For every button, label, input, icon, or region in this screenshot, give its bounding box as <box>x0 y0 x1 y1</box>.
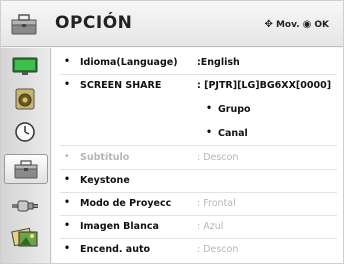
menu-item-label: Imagen Blanca <box>80 221 159 232</box>
menu-item-label: SCREEN SHARE <box>80 80 162 91</box>
sidebar-item-picture[interactable] <box>8 56 42 78</box>
menu-item-value: : [PJTR][LG]BG6XX[0000] <box>197 80 332 91</box>
bullet: • <box>64 174 71 185</box>
time-icon <box>15 122 35 142</box>
ok-button-icon: ◉ <box>302 19 312 30</box>
nav-hint: ✥ Mov. ◉ OK <box>265 19 329 30</box>
sidebar-item-time[interactable] <box>8 121 42 143</box>
sidebar-item-input[interactable] <box>8 195 42 217</box>
menu-item-label: Keystone <box>80 175 130 186</box>
toolbox-icon <box>11 14 37 35</box>
bullet: • <box>64 197 71 208</box>
menu-item-keystone[interactable]: • Keystone <box>52 170 343 192</box>
picture-icon <box>12 57 38 75</box>
category-sidebar <box>1 48 51 263</box>
menu-item-blank-image[interactable]: • Imagen Blanca : Azul <box>52 216 343 238</box>
audio-icon <box>15 88 35 110</box>
bullet: • <box>206 103 213 114</box>
menu-item-label: Modo de Proyecc <box>80 198 172 209</box>
move-hint-label: Mov. <box>275 19 300 30</box>
sidebar-item-media[interactable] <box>8 226 42 248</box>
divider <box>60 145 337 146</box>
bullet: • <box>206 127 213 138</box>
menu-item-value: : Descon <box>197 244 239 255</box>
sidebar-item-audio[interactable] <box>8 88 42 110</box>
option-icon <box>14 160 38 179</box>
menu-item-label: Canal <box>218 128 248 139</box>
sidebar-item-option[interactable] <box>4 154 48 184</box>
bullet: • <box>64 151 70 162</box>
menu-item-value: : Frontal <box>197 198 236 209</box>
menu-item-label: Idioma(Language) <box>80 57 178 68</box>
submenu-item-grupo[interactable]: • Grupo <box>52 99 343 121</box>
menu-item-projection-mode[interactable]: • Modo de Proyecc : Frontal <box>52 193 343 215</box>
page-title: OPCIÓN <box>55 13 133 33</box>
bullet: • <box>64 56 71 67</box>
bullet: • <box>64 220 71 231</box>
ok-hint-label: OK <box>314 19 329 30</box>
menu-header: OPCIÓN ✥ Mov. ◉ OK <box>1 1 343 47</box>
menu-item-screen-share[interactable]: • SCREEN SHARE : [PJTR][LG]BG6XX[0000] <box>52 75 343 97</box>
submenu-item-canal[interactable]: • Canal <box>52 123 343 145</box>
bullet: • <box>64 79 71 90</box>
menu-item-label: Grupo <box>218 104 251 115</box>
menu-item-label: Subtítulo <box>80 152 130 163</box>
menu-item-auto-power[interactable]: • Encend. auto : Descon <box>52 239 343 261</box>
menu-item-subtitle: • Subtítulo : Descon <box>52 147 343 169</box>
input-icon <box>12 200 38 212</box>
menu-item-value: : Azul <box>197 221 224 232</box>
menu-item-value: :English <box>197 57 240 68</box>
menu-item-language[interactable]: • Idioma(Language) :English <box>52 52 343 74</box>
media-icon <box>11 227 38 247</box>
move-arrows-icon: ✥ <box>264 19 273 30</box>
bullet: • <box>64 243 71 254</box>
menu-item-label: Encend. auto <box>80 244 151 255</box>
menu-item-value: : Descon <box>197 152 239 163</box>
option-settings-list: • Idioma(Language) :English • SCREEN SHA… <box>52 48 343 263</box>
